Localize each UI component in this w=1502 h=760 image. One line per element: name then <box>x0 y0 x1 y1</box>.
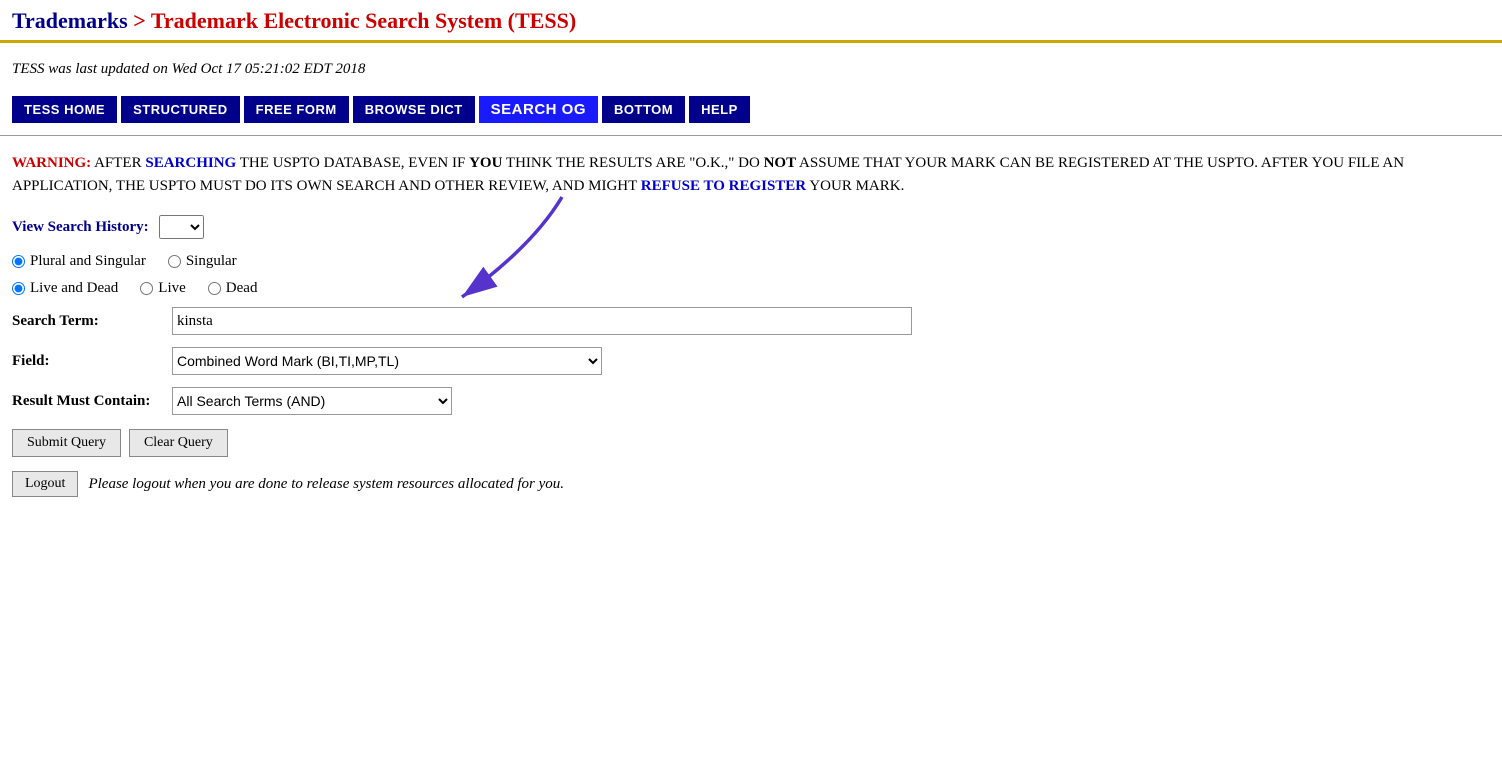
search-term-row: Search Term: <box>12 307 1490 335</box>
refuse-label: REFUSE TO REGISTER <box>641 178 806 194</box>
result-must-contain-label: Result Must Contain: <box>12 393 172 410</box>
view-search-history-row: View Search History: <box>12 215 1490 239</box>
structured-btn[interactable]: STRUCTURED <box>121 96 240 123</box>
header-tess: Trademark Electronic Search System (TESS… <box>151 8 576 33</box>
result-must-contain-row: Result Must Contain: All Search Terms (A… <box>12 387 1490 415</box>
logout-button[interactable]: Logout <box>12 471 78 497</box>
free-form-btn[interactable]: FREE FORM <box>244 96 349 123</box>
field-row: Field: Combined Word Mark (BI,TI,MP,TL) … <box>12 347 1490 375</box>
view-search-history-label: View Search History: <box>12 219 149 236</box>
field-select[interactable]: Combined Word Mark (BI,TI,MP,TL) Basic I… <box>172 347 602 375</box>
search-history-select[interactable] <box>159 215 204 239</box>
warning-text3: THINK THE RESULTS ARE "O.K.," DO <box>502 155 763 171</box>
tess-home-btn[interactable]: TESS HOME <box>12 96 117 123</box>
page-header: Trademarks > Trademark Electronic Search… <box>0 0 1502 43</box>
searching-label: SEARCHING <box>145 155 236 171</box>
dead-label: Dead <box>226 280 258 297</box>
live-dead-row: Live and Dead Live Dead <box>12 280 1490 297</box>
plural-singular-row: Plural and Singular Singular <box>12 253 1490 270</box>
search-term-label: Search Term: <box>12 313 172 330</box>
warning-text2: THE USPTO DATABASE, EVEN IF <box>236 155 469 171</box>
plural-singular-option[interactable]: Plural and Singular <box>12 253 146 270</box>
header-separator: > <box>128 8 151 33</box>
singular-label: Singular <box>186 253 237 270</box>
search-form: View Search History: Plural and Singular… <box>0 207 1502 513</box>
bottom-btn[interactable]: BOTTOM <box>602 96 685 123</box>
live-dead-label: Live and Dead <box>30 280 118 297</box>
search-og-btn[interactable]: SEARCH OG <box>479 96 598 123</box>
navigation-bar: TESS HOME STRUCTURED FREE FORM BROWSE DI… <box>0 88 1502 136</box>
plural-singular-label: Plural and Singular <box>30 253 146 270</box>
browse-dict-btn[interactable]: BROWSE DICT <box>353 96 475 123</box>
help-btn[interactable]: HELP <box>689 96 750 123</box>
not-label: NOT <box>764 155 797 171</box>
header-trademarks: Trademarks <box>12 8 128 33</box>
plural-singular-radio[interactable] <box>12 255 25 268</box>
arrow-annotation <box>372 187 592 317</box>
live-radio[interactable] <box>140 282 153 295</box>
submit-query-button[interactable]: Submit Query <box>12 429 121 457</box>
singular-radio[interactable] <box>168 255 181 268</box>
field-label: Field: <box>12 353 172 370</box>
logout-row: Logout Please logout when you are done t… <box>12 471 1490 497</box>
singular-option[interactable]: Singular <box>168 253 237 270</box>
warning-section: WARNING: AFTER SEARCHING THE USPTO DATAB… <box>0 136 1502 207</box>
live-dead-radio[interactable] <box>12 282 25 295</box>
warning-text1: AFTER <box>91 155 145 171</box>
dead-radio[interactable] <box>208 282 221 295</box>
form-buttons-row: Submit Query Clear Query <box>12 429 1490 457</box>
warning-text5: YOUR MARK. <box>806 178 904 194</box>
tess-updated-text: TESS was last updated on Wed Oct 17 05:2… <box>0 43 1502 88</box>
clear-query-button[interactable]: Clear Query <box>129 429 228 457</box>
result-must-contain-select[interactable]: All Search Terms (AND) Any Search Terms … <box>172 387 452 415</box>
dead-option[interactable]: Dead <box>208 280 258 297</box>
you-label: YOU <box>469 155 502 171</box>
warning-label: WARNING: <box>12 155 91 171</box>
logout-note: Please logout when you are done to relea… <box>88 476 564 493</box>
live-option[interactable]: Live <box>140 280 186 297</box>
live-label: Live <box>158 280 186 297</box>
search-term-input[interactable] <box>172 307 912 335</box>
live-dead-option[interactable]: Live and Dead <box>12 280 118 297</box>
